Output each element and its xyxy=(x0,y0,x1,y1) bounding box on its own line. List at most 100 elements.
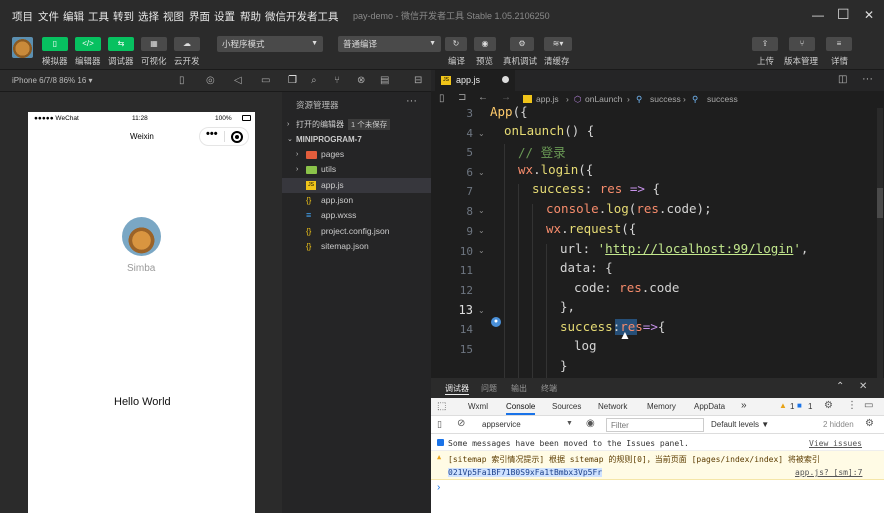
scrollbar[interactable] xyxy=(877,108,883,378)
menu-edit[interactable]: 编辑 xyxy=(63,9,84,24)
fold-icon[interactable]: ⌄ xyxy=(478,168,485,177)
details-button[interactable]: ≡ xyxy=(826,37,852,51)
simulator-button[interactable]: ▯ xyxy=(42,37,68,51)
mode-select[interactable]: 小程序模式 ▼ xyxy=(217,36,323,52)
fold-icon[interactable]: ⌄ xyxy=(478,206,485,215)
menu-help[interactable]: 帮助 xyxy=(240,9,261,24)
inspect-icon[interactable]: ⬚ xyxy=(437,401,446,412)
console-prompt[interactable]: › xyxy=(437,482,440,493)
menu-interface[interactable]: 界面 xyxy=(189,9,210,24)
breadcrumb-success[interactable]: success xyxy=(650,94,681,104)
clear-cache-button[interactable]: ≋▾ xyxy=(544,37,572,51)
tab-terminal[interactable]: 终端 xyxy=(541,383,557,394)
tree-item-utils[interactable]: › utils xyxy=(282,162,431,177)
split-editor-icon[interactable]: ◫ xyxy=(838,74,847,85)
compile-button[interactable]: ↻ xyxy=(445,37,467,51)
context-select[interactable]: appservice ▼ xyxy=(474,418,574,432)
compile-select[interactable]: 普通编译 ▼ xyxy=(338,36,441,52)
dock-icon[interactable]: ▭ xyxy=(864,400,873,411)
close-icon[interactable]: ✕ xyxy=(859,381,867,392)
minimize-icon[interactable]: — xyxy=(812,8,824,22)
debugger-button[interactable]: ⇆ xyxy=(108,37,134,51)
record-icon[interactable]: ◎ xyxy=(206,75,215,86)
tab-memory[interactable]: Memory xyxy=(647,402,676,411)
version-button[interactable]: ⑂ xyxy=(789,37,815,51)
code-editor[interactable]: JS app.js ◫ ··· ▯ ⊐ ← → app.js › ⬡ onLau… xyxy=(431,70,884,378)
open-editors-section[interactable]: › 打开的编辑器 1 个未保存 xyxy=(282,117,431,132)
more-icon[interactable]: ••• xyxy=(206,128,218,140)
unsaved-dot-icon[interactable] xyxy=(502,76,509,83)
tab-sources[interactable]: Sources xyxy=(552,402,581,411)
debug-icon[interactable]: ⊗ xyxy=(357,75,365,86)
menu-view[interactable]: 视图 xyxy=(163,9,184,24)
back-icon[interactable]: ◁ xyxy=(234,75,242,86)
lightbulb-icon[interactable]: ● xyxy=(491,317,501,327)
tab-appdata[interactable]: AppData xyxy=(694,402,725,411)
menu-select[interactable]: 选择 xyxy=(138,9,159,24)
editor-button[interactable]: </> xyxy=(75,37,101,51)
menu-project[interactable]: 项目 xyxy=(12,9,33,24)
close-icon[interactable]: ✕ xyxy=(864,8,874,22)
more-tabs-icon[interactable]: » xyxy=(741,400,747,411)
tab-console[interactable]: Console xyxy=(506,402,536,415)
menu-devtools[interactable]: 微信开发者工具 xyxy=(265,9,339,24)
back-arrow-icon[interactable]: ← xyxy=(478,92,488,103)
more-icon[interactable]: ··· xyxy=(862,73,873,85)
menu-file[interactable]: 文件 xyxy=(38,9,59,24)
sidebar-toggle-icon[interactable]: ▯ xyxy=(437,419,442,430)
maximize-icon[interactable]: ☐ xyxy=(837,6,850,23)
breadcrumb-onlaunch[interactable]: onLaunch xyxy=(585,94,622,104)
forward-arrow-icon[interactable]: → xyxy=(501,92,511,103)
tree-item-app-js[interactable]: JS app.js xyxy=(282,178,431,193)
device-select[interactable]: iPhone 6/7/8 86% 16 ▾ xyxy=(12,76,93,85)
scrollbar-thumb[interactable] xyxy=(877,188,883,218)
breadcrumb-success-inner[interactable]: success xyxy=(707,94,738,104)
fold-icon[interactable]: ⌄ xyxy=(478,226,485,235)
breadcrumb-file[interactable]: app.js xyxy=(536,94,559,104)
tree-item-app-wxss[interactable]: ≡ app.wxss xyxy=(282,208,431,223)
gear-icon[interactable]: ⚙ xyxy=(865,418,874,429)
project-section[interactable]: ⌄ MINIPROGRAM-7 xyxy=(282,132,431,147)
menu-tools[interactable]: 工具 xyxy=(88,9,109,24)
source-link[interactable]: app.js? [sm]:7 xyxy=(795,468,862,477)
avatar[interactable] xyxy=(12,37,33,58)
tree-item-app-json[interactable]: {} app.json xyxy=(282,193,431,208)
window-icon[interactable]: ▭ xyxy=(261,75,270,86)
fold-icon[interactable]: ⌄ xyxy=(478,306,485,315)
filter-input[interactable] xyxy=(606,418,704,432)
cloud-button[interactable]: ☁ xyxy=(174,37,200,51)
tab-app-js[interactable]: JS app.js xyxy=(435,70,515,91)
tree-item-project-config[interactable]: {} project.config.json xyxy=(282,224,431,239)
preview-button[interactable]: ◉ xyxy=(474,37,496,51)
eye-icon[interactable]: ◉ xyxy=(586,418,595,429)
tab-network[interactable]: Network xyxy=(598,402,627,411)
fold-icon[interactable]: ⌄ xyxy=(478,246,485,255)
tab-problems[interactable]: 问题 xyxy=(481,383,497,394)
bookmark-icon[interactable]: ▯ xyxy=(439,93,445,104)
split-icon[interactable]: ⊟ xyxy=(414,75,422,86)
more-icon[interactable]: ··· xyxy=(406,95,417,107)
kebab-icon[interactable]: ⋮ xyxy=(847,400,857,411)
menu-settings[interactable]: 设置 xyxy=(214,9,235,24)
storage-icon[interactable]: ▤ xyxy=(380,75,389,86)
levels-select[interactable]: Default levels ▼ xyxy=(711,420,769,429)
phone-icon[interactable]: ▯ xyxy=(179,75,185,86)
view-issues-link[interactable]: View issues xyxy=(809,439,862,448)
tab-wxml[interactable]: Wxml xyxy=(468,402,488,411)
files-icon[interactable]: ❐ xyxy=(288,75,297,86)
clear-console-icon[interactable]: ⊘ xyxy=(457,418,465,429)
tab-debugger[interactable]: 调试器 xyxy=(445,383,469,395)
branch-icon[interactable]: ⑂ xyxy=(334,75,340,86)
message-icon[interactable]: ■ xyxy=(797,401,802,410)
bookmark-list-icon[interactable]: ⊐ xyxy=(458,92,466,103)
capsule-button[interactable]: ••• xyxy=(199,127,249,146)
warning-icon[interactable]: ▲ xyxy=(779,401,787,410)
remote-debug-button[interactable]: ⚙ xyxy=(510,37,534,51)
gear-icon[interactable]: ⚙ xyxy=(824,400,833,411)
fold-icon[interactable]: ⌄ xyxy=(478,129,485,138)
menu-goto[interactable]: 转到 xyxy=(113,9,134,24)
tree-item-pages[interactable]: › pages xyxy=(282,147,431,162)
upload-button[interactable]: ⇪ xyxy=(752,37,778,51)
tree-item-sitemap[interactable]: {} sitemap.json xyxy=(282,239,431,254)
chevron-up-icon[interactable]: ⌃ xyxy=(836,381,844,392)
